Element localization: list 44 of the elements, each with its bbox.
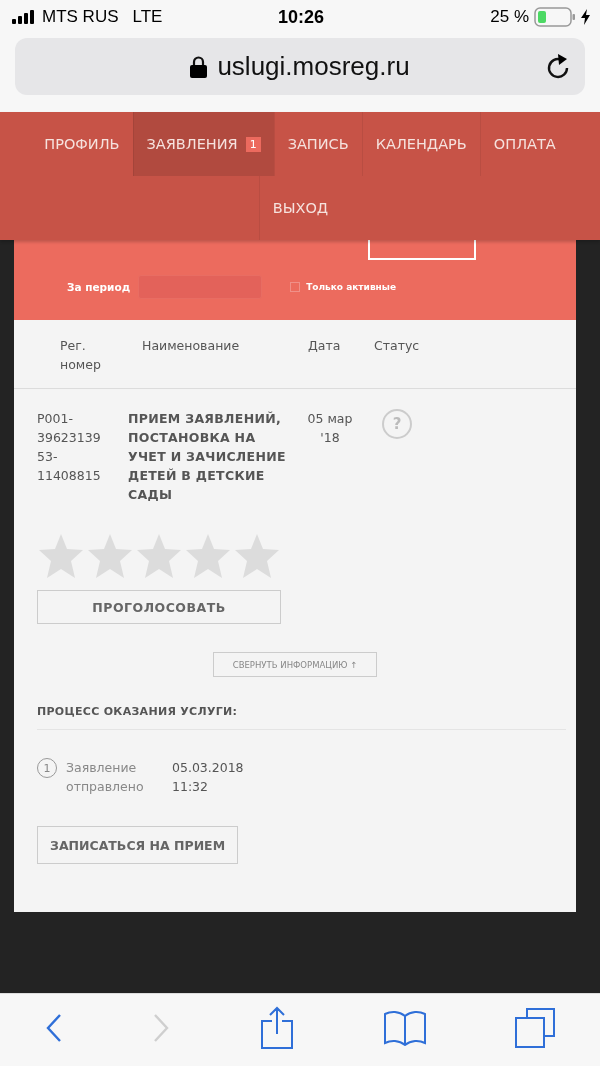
checkbox[interactable] — [290, 282, 301, 292]
nav-tab[interactable]: ПРОФИЛЬ — [31, 112, 133, 176]
star-icon[interactable] — [135, 532, 183, 580]
period-label: За период — [67, 281, 131, 293]
address-bar[interactable]: uslugi.mosreg.ru — [15, 38, 585, 95]
count-badge: 1 — [245, 136, 261, 152]
reload-icon[interactable] — [547, 54, 571, 80]
status-icon: ? — [382, 409, 412, 439]
star-icon[interactable] — [184, 532, 232, 580]
column-header: Статус — [374, 337, 420, 355]
nav-tab[interactable]: ЗАПИСЬ — [273, 112, 362, 176]
step-label: Заявление отправлено — [66, 759, 145, 796]
column-header: Рег. номер — [60, 337, 102, 374]
nav-tab[interactable]: КАЛЕНДАРЬ — [361, 112, 480, 176]
column-header: Наименование — [142, 337, 241, 355]
share-button[interactable] — [260, 1006, 294, 1050]
period-tab[interactable] — [368, 240, 476, 260]
star-icon[interactable] — [37, 532, 85, 580]
vote-button[interactable]: ПРОГОЛОСОВАТЬ — [37, 590, 281, 624]
collapse-button[interactable]: СВЕРНУТЬ ИНФОРМАЦИЮ ↑ — [213, 652, 377, 677]
section-title: ПРОЦЕСС ОКАЗАНИЯ УСЛУГИ: — [37, 705, 566, 730]
lock-icon — [190, 55, 208, 78]
reg-number: P001-3962313953-11408815 — [37, 410, 102, 485]
clock: 10:26 — [278, 6, 325, 28]
url-text: uslugi.mosreg.ru — [217, 51, 410, 82]
checkbox-label: Только активные — [306, 282, 397, 292]
signal-icon — [12, 10, 36, 24]
date-cell-text: 05 мар '18 — [306, 410, 354, 447]
bookmarks-button[interactable] — [383, 1010, 426, 1046]
back-button[interactable] — [44, 1013, 63, 1043]
nav-tab[interactable]: ОПЛАТА — [479, 112, 569, 176]
tabs-button[interactable] — [515, 1008, 556, 1048]
star-icon[interactable] — [86, 532, 134, 580]
appointment-button[interactable]: ЗАПИСАТЬСЯ НА ПРИЕМ — [37, 826, 239, 864]
charging-icon — [581, 9, 590, 25]
battery-icon — [534, 7, 576, 27]
nav-tab[interactable]: ЗАЯВЛЕНИЯ 1 — [132, 112, 274, 176]
carrier-name: MTS RUS — [42, 7, 119, 27]
service-name: ПРИЕМ ЗАЯВЛЕНИЙ, ПОСТАНОВКА НА УЧЕТ И ЗАЧИСЛЕНИЕ ДЕТЕЙ В ДЕТСКИЕ САДЫ — [128, 410, 287, 504]
step-date: 05.03.2018 11:32 — [172, 759, 245, 796]
star-icon[interactable] — [233, 532, 281, 580]
battery-percent: 25 % — [490, 7, 529, 27]
network-type: LTE — [132, 7, 163, 27]
column-header: Дата — [308, 337, 342, 355]
